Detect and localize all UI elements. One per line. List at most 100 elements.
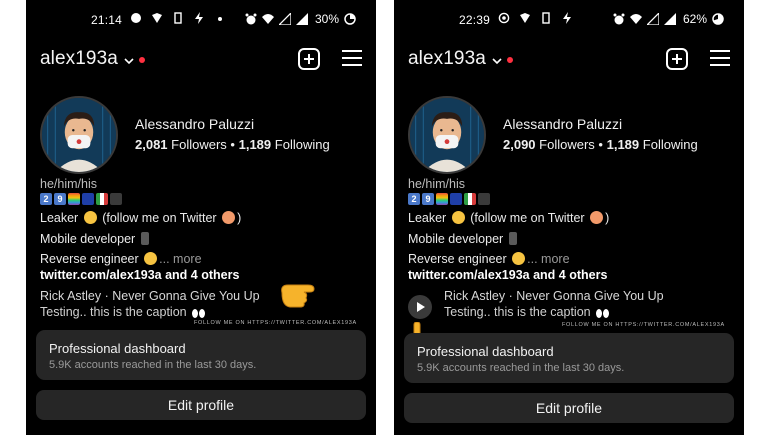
username-switcher[interactable]: alex193a	[40, 48, 118, 70]
at-icon	[498, 12, 510, 24]
keycap-tile: 2	[40, 193, 52, 205]
bio-line-engineer: Reverse engineer ... more	[40, 252, 202, 266]
status-time: 22:39	[459, 13, 491, 27]
bolt-icon	[561, 12, 573, 24]
bio-text: Mobile developer	[40, 232, 136, 246]
play-icon[interactable]	[408, 295, 432, 319]
bio-line-leaker: Leaker (follow me on Twitter )	[408, 211, 609, 225]
keycap-tile: 9	[422, 193, 434, 205]
followers-count[interactable]: 2,090	[503, 137, 536, 152]
display-name: Alessandro Paluzzi	[135, 116, 255, 132]
notification-icons	[130, 12, 226, 24]
bolt-icon	[193, 12, 205, 24]
smiling-hearts-icon	[222, 211, 236, 224]
bio-text: (follow me on Twitter	[470, 211, 585, 225]
menu-icon[interactable]	[710, 50, 730, 68]
new-post-icon[interactable]	[666, 48, 688, 70]
following-label[interactable]: Following	[275, 137, 330, 152]
battery-icon	[712, 13, 724, 25]
follow-counts: 2,090 Followers • 1,189 Following	[503, 137, 698, 152]
shushing-face-icon	[83, 211, 97, 224]
bio-emoji-row: 2 9	[408, 193, 490, 205]
bio-emoji-row: 2 9	[40, 193, 122, 205]
bio-text: )	[237, 211, 242, 225]
battery-level: 30%	[314, 12, 339, 26]
eyes-icon	[192, 307, 208, 320]
following-label[interactable]: Following	[643, 137, 698, 152]
followers-label[interactable]: Followers	[171, 137, 227, 152]
bio-line-engineer: Reverse engineer ... more	[408, 252, 570, 266]
messenger-icon	[130, 12, 142, 24]
pointing-hand-icon	[278, 276, 320, 310]
profile-caption: Testing.. this is the caption	[40, 305, 210, 320]
notification-icons	[498, 12, 573, 24]
sim-icon	[172, 12, 184, 24]
screenshot-before: 21:14 30% alex193a Alessandro Paluzzi 2,…	[26, 0, 376, 435]
new-post-icon[interactable]	[298, 48, 320, 70]
bio-more-link[interactable]: ... more	[527, 252, 569, 266]
profile-header: alex193a	[40, 44, 362, 74]
following-count[interactable]: 1,189	[239, 137, 272, 152]
profile-caption: Testing.. this is the caption	[444, 305, 614, 320]
bio-text: )	[605, 211, 610, 225]
bio-links[interactable]: twitter.com/alex193a and 4 others	[408, 268, 607, 282]
mobile-phone-icon	[140, 232, 149, 245]
professional-dashboard[interactable]: Professional dashboard 5.9K accounts rea…	[404, 333, 734, 383]
status-bar: 22:39 62%	[394, 12, 744, 28]
italy-flag-icon	[96, 193, 108, 205]
italy-flag-icon	[464, 193, 476, 205]
bio-text: Leaker	[40, 211, 79, 225]
caption-text: Testing.. this is the caption	[40, 305, 187, 319]
bio-text: Leaker	[408, 211, 447, 225]
shushing-face-icon	[451, 211, 465, 224]
keycap-tile: 9	[54, 193, 66, 205]
eu-flag-icon	[82, 193, 94, 205]
system-icons: 30%	[245, 12, 356, 26]
sunglasses-face-icon	[144, 252, 158, 265]
gamepad-icon	[478, 193, 490, 205]
username-switcher[interactable]: alex193a	[408, 48, 486, 70]
profile-music[interactable]: Rick Astley · Never Gonna Give You Up	[40, 289, 260, 303]
watermark: FOLLOW ME ON HTTPS://TWITTER.COM/ALEX193…	[562, 322, 725, 328]
following-count[interactable]: 1,189	[607, 137, 640, 152]
follow-counts: 2,081 Followers • 1,189 Following	[135, 137, 330, 152]
dashboard-title: Professional dashboard	[49, 341, 186, 356]
avatar[interactable]	[40, 96, 118, 174]
battery-level: 62%	[682, 12, 707, 26]
sunglasses-face-icon	[512, 252, 526, 265]
shield-icon	[151, 12, 163, 24]
bio-text: Reverse engineer	[408, 252, 507, 266]
signal-icon-2	[295, 13, 308, 25]
screenshot-after: 22:39 62% alex193a Alessandro Paluzzi 2,…	[394, 0, 744, 435]
sim-icon	[540, 12, 552, 24]
alarm-icon	[613, 13, 625, 25]
dot-icon	[214, 12, 226, 24]
pronouns: he/him/his	[40, 177, 97, 191]
profile-music[interactable]: Rick Astley · Never Gonna Give You Up	[444, 289, 664, 303]
menu-icon[interactable]	[342, 50, 362, 68]
avatar[interactable]	[408, 96, 486, 174]
dashboard-subtitle: 5.9K accounts reached in the last 30 day…	[417, 362, 625, 374]
alarm-icon	[245, 13, 257, 25]
edit-profile-button[interactable]: Edit profile	[36, 390, 366, 420]
watermark: FOLLOW ME ON HTTPS://TWITTER.COM/ALEX193…	[194, 320, 357, 326]
bio-text: (follow me on Twitter	[102, 211, 217, 225]
keycap-tile: 2	[408, 193, 420, 205]
followers-count[interactable]: 2,081	[135, 137, 168, 152]
status-bar: 21:14 30%	[26, 12, 376, 28]
chevron-down-icon[interactable]	[491, 54, 503, 65]
dashboard-subtitle: 5.9K accounts reached in the last 30 day…	[49, 359, 257, 371]
signal-icon-2	[663, 13, 676, 25]
chevron-down-icon[interactable]	[123, 54, 135, 65]
professional-dashboard[interactable]: Professional dashboard 5.9K accounts rea…	[36, 330, 366, 380]
wifi-icon	[261, 13, 274, 25]
bio-more-link[interactable]: ... more	[159, 252, 201, 266]
smiling-hearts-icon	[590, 211, 604, 224]
edit-profile-button[interactable]: Edit profile	[404, 393, 734, 423]
pronouns: he/him/his	[408, 177, 465, 191]
followers-label[interactable]: Followers	[539, 137, 595, 152]
rainbow-flag-icon	[436, 193, 448, 205]
bio-links[interactable]: twitter.com/alex193a and 4 others	[40, 268, 239, 282]
battery-icon	[344, 13, 356, 25]
counts-separator: •	[230, 137, 235, 152]
